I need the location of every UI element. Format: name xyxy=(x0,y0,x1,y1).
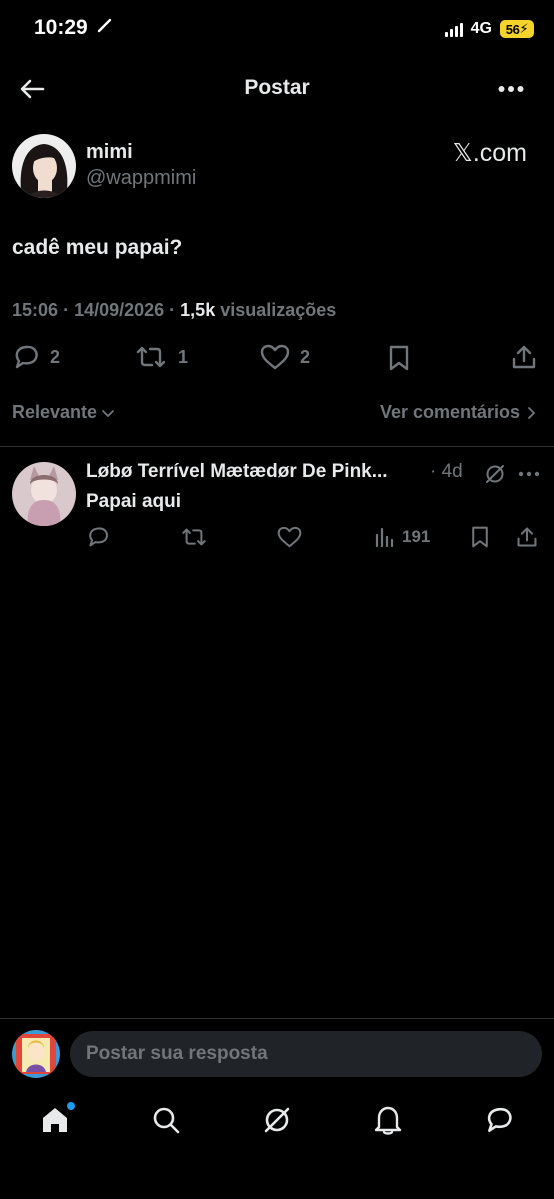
bookmark-button[interactable] xyxy=(386,344,412,372)
home-icon xyxy=(43,1108,67,1132)
heart-icon xyxy=(260,344,290,370)
reply-views-count: 191 xyxy=(402,527,431,546)
post-date: 14/09/2026 xyxy=(74,300,165,320)
post-text: cadê meu papai? xyxy=(12,236,183,259)
reply-comment-button[interactable] xyxy=(86,526,110,548)
battery-indicator: 56 ⚡ xyxy=(500,20,534,38)
reply-count: 2 xyxy=(50,346,61,367)
status-indicators: 4G 56 ⚡ xyxy=(444,20,534,38)
views-count[interactable]: 1,5k xyxy=(180,300,215,320)
post-meta: 15:06 · 14/09/2026 · 1,5k visualizações xyxy=(12,300,337,320)
share-icon xyxy=(517,527,537,547)
sort-label: Relevante xyxy=(12,402,98,422)
pencil-icon xyxy=(96,16,114,40)
reply-button[interactable]: 2 xyxy=(12,344,60,370)
reply-more-button[interactable] xyxy=(516,462,542,486)
reply-composer[interactable] xyxy=(70,1031,542,1077)
reply-bookmark-button[interactable] xyxy=(470,526,490,548)
reply-time: · 4d xyxy=(430,461,463,482)
more-icon xyxy=(518,471,540,477)
reply-repost-button[interactable] xyxy=(180,526,208,548)
share-icon xyxy=(512,345,536,369)
analytics-icon xyxy=(375,527,394,548)
divider xyxy=(0,1018,554,1019)
share-button[interactable] xyxy=(510,343,538,371)
reply-like-button[interactable] xyxy=(277,526,302,548)
reply-author-avatar[interactable] xyxy=(12,462,76,526)
author-name[interactable]: mimi xyxy=(86,141,133,164)
reply-author-name[interactable]: Løbø Terrível Mætædør De Pink... xyxy=(86,461,388,483)
comment-icon xyxy=(15,345,38,369)
more-icon xyxy=(498,86,524,92)
tab-home[interactable] xyxy=(35,1100,75,1140)
tab-messages[interactable] xyxy=(479,1100,519,1140)
network-type: 4G xyxy=(470,20,492,37)
view-comments-link[interactable]: Ver comentários xyxy=(380,402,536,423)
like-count: 2 xyxy=(300,346,311,367)
reply-views-button[interactable]: 191 xyxy=(374,526,430,548)
signal-icon xyxy=(444,21,463,37)
tab-search[interactable] xyxy=(146,1100,186,1140)
bookmark-icon xyxy=(389,345,409,371)
status-time: 10:29 xyxy=(34,16,114,40)
bookmark-icon xyxy=(472,526,488,548)
views-label[interactable]: visualizações xyxy=(220,300,336,320)
repost-button[interactable]: 1 xyxy=(134,344,188,370)
author-handle[interactable]: @wappmimi xyxy=(86,167,196,190)
more-options-button[interactable] xyxy=(494,74,528,104)
like-button[interactable]: 2 xyxy=(260,344,310,370)
message-icon xyxy=(487,1107,512,1132)
page-title: Postar xyxy=(244,76,310,99)
grok-button[interactable] xyxy=(483,462,507,486)
search-icon xyxy=(153,1107,180,1134)
bell-icon xyxy=(374,1106,402,1135)
grok-icon xyxy=(264,1107,290,1133)
tab-notifications[interactable] xyxy=(368,1100,408,1140)
view-comments-label: Ver comentários xyxy=(379,402,520,422)
chevron-down-icon xyxy=(102,409,114,417)
user-avatar[interactable] xyxy=(12,1030,60,1078)
author-avatar[interactable] xyxy=(12,134,76,198)
repost-icon xyxy=(136,346,166,368)
repost-icon xyxy=(182,528,206,546)
reply-input[interactable] xyxy=(70,1031,542,1077)
divider xyxy=(0,446,554,447)
reply-text: Papai aqui xyxy=(86,491,182,512)
comment-icon xyxy=(89,527,108,547)
reply-share-button[interactable] xyxy=(516,526,538,548)
notification-dot xyxy=(67,1102,75,1110)
source-label: 𝕏.com xyxy=(452,139,527,167)
grok-icon xyxy=(486,465,504,483)
sort-dropdown[interactable]: Relevante xyxy=(12,402,115,423)
tab-grok[interactable] xyxy=(257,1100,297,1140)
repost-count: 1 xyxy=(178,346,189,367)
heart-icon xyxy=(277,526,302,548)
chevron-right-icon xyxy=(528,406,536,419)
post-time: 15:06 xyxy=(12,300,59,320)
